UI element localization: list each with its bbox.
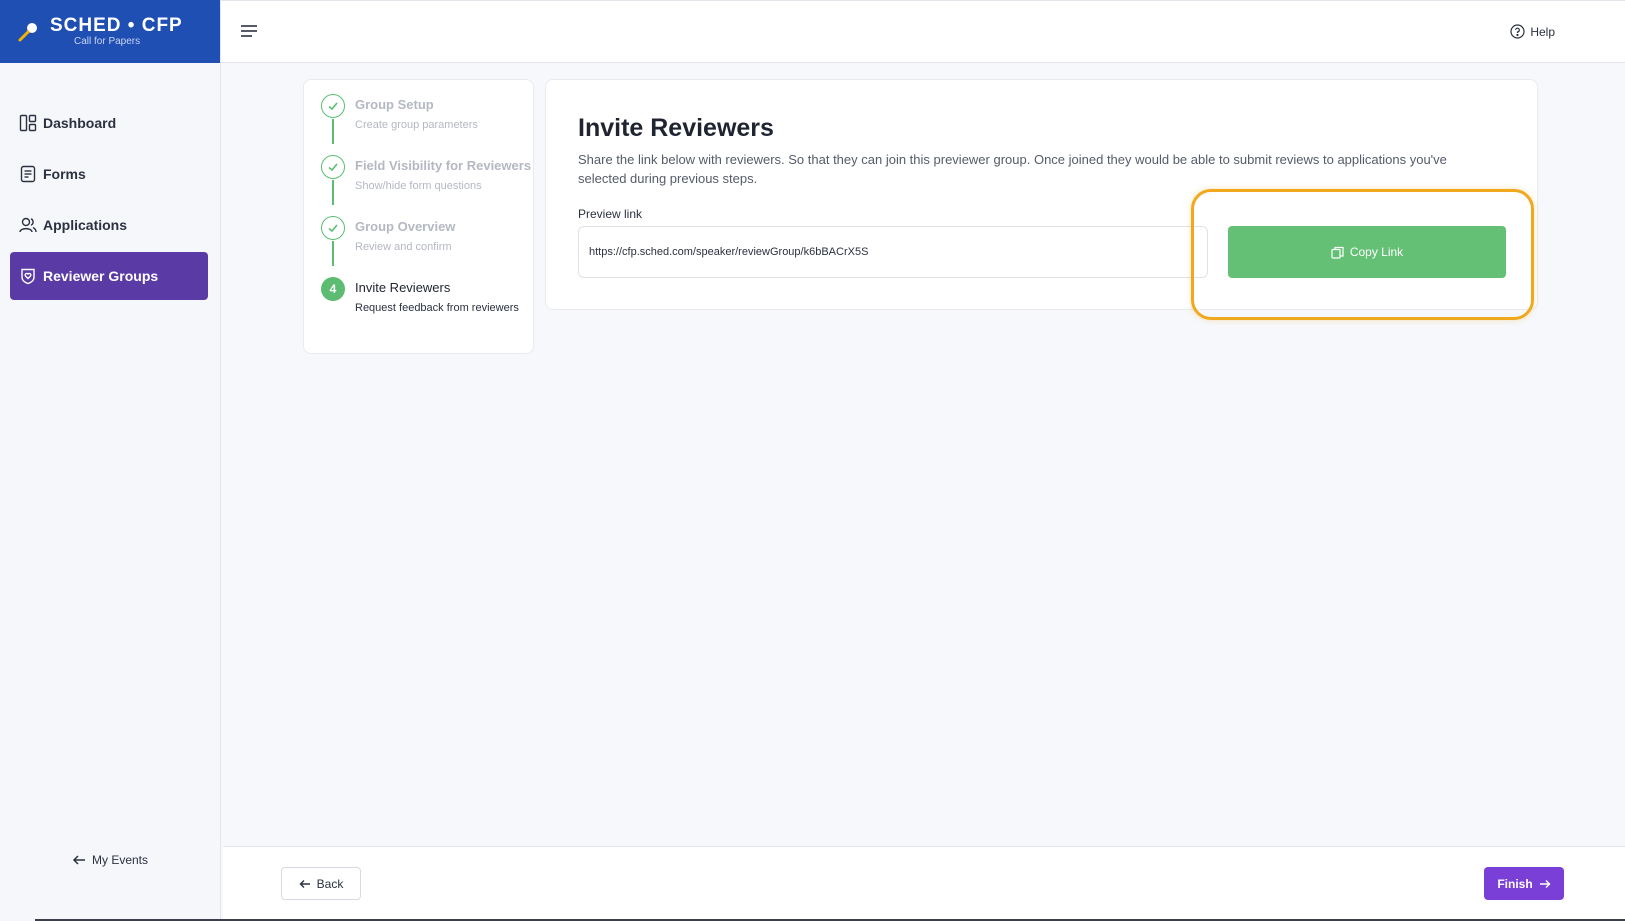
step-description: Request feedback from reviewers <box>355 302 519 314</box>
page-description: Share the link below with reviewers. So … <box>578 152 1447 186</box>
my-events-label: My Events <box>92 853 149 867</box>
sidebar-item-dashboard[interactable]: Dashboard <box>10 99 208 147</box>
wizard-stepper: Group Setup Create group parameters Fiel… <box>303 79 534 354</box>
check-icon <box>321 216 345 240</box>
wizard-footer: Back Finish <box>223 846 1625 921</box>
step-number-badge: 4 <box>321 277 345 301</box>
arrow-left-icon <box>72 855 85 865</box>
sidebar-item-label: Dashboard <box>43 115 117 131</box>
brand-logo[interactable]: SCHED • CFP Call for Papers <box>0 0 220 63</box>
step-connector <box>332 119 334 144</box>
sidebar-item-label: Reviewer Groups <box>43 268 159 284</box>
copy-link-label: Copy Link <box>1349 245 1404 259</box>
my-events-link[interactable]: My Events <box>72 853 148 867</box>
finish-button[interactable]: Finish <box>1484 867 1564 900</box>
help-icon <box>1510 24 1525 39</box>
sidebar-item-label: Forms <box>43 166 86 182</box>
step-connector <box>332 180 334 205</box>
step-description: Review and confirm <box>355 241 452 253</box>
reviewer-shield-icon <box>21 268 35 285</box>
sidebar-item-label: Applications <box>43 217 128 233</box>
step-description: Create group parameters <box>355 119 478 131</box>
help-button[interactable]: Help <box>1510 24 1555 39</box>
dashboard-icon <box>19 114 37 132</box>
brand-title: SCHED • CFP <box>50 15 183 36</box>
arrow-right-icon <box>1539 879 1551 888</box>
forms-icon <box>20 165 36 183</box>
sidebar-nav: Dashboard Forms Applications Reviewer Gr… <box>10 99 208 303</box>
sidebar-item-forms[interactable]: Forms <box>10 150 208 198</box>
finish-label: Finish <box>1497 876 1533 891</box>
preview-link-label: Preview link <box>578 207 643 221</box>
sidebar-item-reviewer-groups[interactable]: Reviewer Groups <box>10 252 208 300</box>
help-label: Help <box>1530 24 1555 39</box>
logo-icon <box>18 22 37 41</box>
sidebar: SCHED • CFP Call for Papers Dashboard Fo… <box>0 0 221 921</box>
step-connector <box>332 241 334 266</box>
copy-icon <box>1331 246 1344 259</box>
page-title: Invite Reviewers <box>578 114 774 142</box>
menu-icon[interactable] <box>240 23 258 39</box>
copy-link-button[interactable]: Copy Link <box>1228 226 1506 278</box>
step-title: Field Visibility for Reviewers <box>355 158 532 173</box>
check-icon <box>321 155 345 179</box>
step-description: Show/hide form questions <box>355 180 482 192</box>
check-icon <box>321 94 345 118</box>
users-icon <box>19 217 37 233</box>
preview-link-input[interactable] <box>578 226 1208 278</box>
sidebar-item-applications[interactable]: Applications <box>10 201 208 249</box>
back-label: Back <box>316 876 344 891</box>
step-title: Group Overview <box>355 219 456 234</box>
back-button[interactable]: Back <box>281 867 361 900</box>
invite-reviewers-card: Invite Reviewers Share the link below wi… <box>545 79 1538 310</box>
top-header: Help <box>221 0 1625 63</box>
step-title: Invite Reviewers <box>355 280 451 295</box>
step-title: Group Setup <box>355 97 434 112</box>
brand-subtitle: Call for Papers <box>74 36 141 47</box>
arrow-left-icon <box>299 879 310 888</box>
